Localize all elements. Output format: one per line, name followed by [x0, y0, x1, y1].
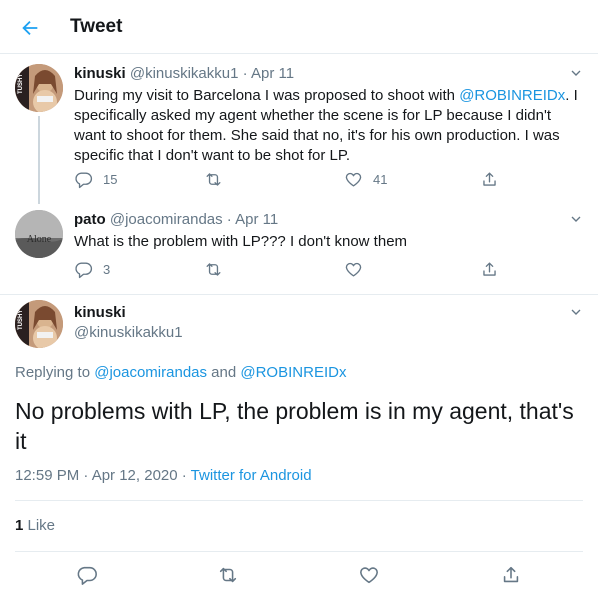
tweet-text-part: During my visit to Barcelona I was propo… — [74, 87, 460, 104]
display-name[interactable]: pato — [74, 211, 106, 228]
retweet-button[interactable] — [204, 170, 233, 189]
thread-line — [38, 116, 40, 204]
main-tweet-text: No problems with LP, the problem is in m… — [15, 398, 574, 454]
tweet-text: During my visit to Barcelona I was propo… — [74, 86, 579, 166]
tweet-source[interactable]: Twitter for Android — [191, 467, 312, 484]
reply-button[interactable]: 3 — [74, 260, 110, 279]
divider — [15, 500, 583, 501]
tweet-item[interactable]: TUSHY kinuski @kinuskikakku1 · Apr 11 Du… — [0, 54, 598, 204]
retweet-icon — [206, 173, 221, 186]
like-button[interactable]: 41 — [344, 170, 387, 189]
reply-count: 15 — [103, 172, 118, 187]
like-button[interactable] — [344, 260, 373, 279]
retweet-icon — [219, 567, 237, 583]
heart-icon — [345, 262, 362, 277]
heart-icon — [360, 567, 378, 584]
tweet-timestamp: 12:59 PM · Apr 12, 2020 · Twitter for An… — [15, 467, 312, 484]
share-button[interactable] — [500, 564, 522, 586]
replying-prefix: Replying to — [15, 364, 95, 381]
like-count: 41 — [373, 172, 388, 187]
back-arrow-icon — [22, 20, 38, 36]
divider — [0, 294, 598, 295]
share-icon — [483, 172, 496, 186]
avatar-photo: TUSHY — [15, 300, 63, 348]
avatar[interactable]: Alone — [15, 210, 63, 258]
back-button[interactable] — [14, 12, 46, 44]
avatar-photo: TUSHY — [15, 64, 63, 112]
likes-summary[interactable]: 1 Like — [15, 517, 55, 534]
page-title: Tweet — [70, 16, 123, 37]
tweet-date[interactable]: · Apr 11 — [227, 211, 278, 228]
avatar-watermark: TUSHY — [18, 310, 24, 330]
tweet-item[interactable]: Alone pato @joacomirandas · Apr 11 What … — [0, 204, 598, 294]
reply-icon — [75, 262, 93, 279]
mention-link[interactable]: @joacomirandas — [94, 364, 207, 381]
avatar-watermark: TUSHY — [18, 74, 24, 94]
divider — [15, 551, 583, 552]
reply-button[interactable] — [76, 564, 98, 586]
tweet-date[interactable]: · Apr 11 — [243, 65, 294, 82]
retweet-icon — [206, 263, 221, 276]
display-name[interactable]: kinuski — [74, 304, 126, 321]
user-handle[interactable]: @joacomirandas — [110, 211, 223, 228]
heart-icon — [345, 172, 362, 187]
like-button[interactable] — [358, 564, 380, 586]
retweet-button[interactable] — [204, 260, 233, 279]
chevron-down-icon[interactable] — [568, 304, 584, 320]
tweet-time[interactable]: 12:59 PM · Apr 12, 2020 · — [15, 467, 191, 484]
mention-link[interactable]: @ROBINREIDx — [240, 364, 346, 381]
retweet-button[interactable] — [217, 564, 239, 586]
reply-icon — [75, 172, 93, 189]
replying-to: Replying to @joacomirandas and @ROBINREI… — [15, 364, 346, 381]
header-bar: Tweet — [0, 0, 598, 54]
avatar[interactable]: TUSHY — [15, 300, 63, 348]
chevron-down-icon[interactable] — [568, 65, 584, 81]
tweet-header: kinuski @kinuskikakku1 · Apr 11 — [74, 65, 294, 82]
tweet-header: pato @joacomirandas · Apr 11 — [74, 211, 278, 228]
avatar[interactable]: TUSHY — [15, 64, 63, 112]
share-icon — [483, 262, 496, 276]
reply-icon — [77, 566, 97, 585]
tweet-actions: 3 — [74, 260, 514, 284]
share-button[interactable] — [480, 170, 499, 189]
reply-count: 3 — [103, 262, 111, 277]
user-handle[interactable]: @kinuskikakku1 — [74, 324, 183, 341]
chevron-down-icon[interactable] — [568, 211, 584, 227]
like-label: Like — [23, 517, 56, 534]
mention-link[interactable]: @ROBINREIDx — [459, 87, 565, 104]
replying-and: and — [207, 364, 241, 381]
avatar-caption: Alone — [27, 234, 52, 245]
tweet-actions: 15 41 — [74, 170, 514, 194]
reply-button[interactable]: 15 — [74, 170, 117, 189]
share-button[interactable] — [480, 260, 499, 279]
avatar-photo: Alone — [15, 210, 63, 258]
tweet-text: What is the problem with LP??? I don't k… — [74, 233, 408, 250]
display-name[interactable]: kinuski — [74, 65, 126, 82]
main-tweet-actions — [0, 564, 598, 590]
user-handle[interactable]: @kinuskikakku1 — [130, 65, 239, 82]
share-icon — [503, 566, 519, 583]
